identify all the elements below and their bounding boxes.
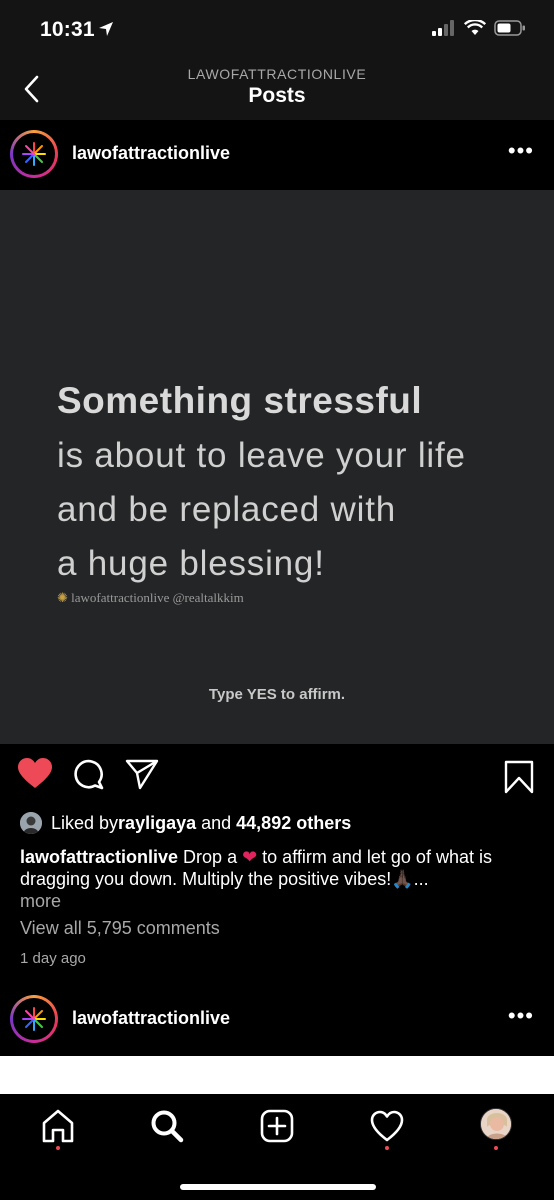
image-headline: Something stressful xyxy=(57,380,423,421)
more-options-icon[interactable]: ••• xyxy=(508,140,534,162)
activity-heart-icon[interactable] xyxy=(369,1108,405,1144)
image-quote: Something stressful is about to leave yo… xyxy=(57,380,466,584)
view-comments-link[interactable]: View all 5,795 comments xyxy=(20,918,220,939)
home-indicator xyxy=(180,1184,376,1190)
liker-avatar xyxy=(20,812,42,834)
add-post-icon[interactable] xyxy=(259,1108,295,1144)
post-username[interactable]: lawofattractionlive xyxy=(72,1008,230,1029)
share-icon[interactable] xyxy=(125,758,159,790)
post-username[interactable]: lawofattractionlive xyxy=(72,143,230,164)
page-title: Posts xyxy=(248,84,306,107)
caption-username[interactable]: lawofattractionlive xyxy=(20,847,178,867)
wifi-icon xyxy=(464,20,486,35)
status-indicators xyxy=(432,20,526,36)
red-heart-emoji-icon: ❤ xyxy=(242,847,258,867)
bookmark-icon[interactable] xyxy=(504,760,534,794)
liker-username[interactable]: rayligaya xyxy=(118,813,196,834)
mini-mandala-icon: ✺ xyxy=(57,590,72,605)
notification-dot xyxy=(385,1146,389,1150)
more-options-icon[interactable]: ••• xyxy=(508,1005,534,1027)
avatar[interactable] xyxy=(10,130,58,178)
likes-line[interactable]: Liked by rayligaya and 44,892 others xyxy=(20,810,540,836)
post-header: lawofattractionlive ••• xyxy=(0,120,554,190)
image-line: and be replaced with xyxy=(57,490,396,529)
post-caption: lawofattractionlive Drop a ❤ to affirm a… xyxy=(20,846,540,912)
caption-more-link[interactable]: more xyxy=(20,891,61,911)
location-arrow-icon xyxy=(99,22,113,36)
image-line: is about to leave your life xyxy=(57,436,466,475)
mandala-logo-icon xyxy=(22,1007,46,1031)
mandala-logo-icon xyxy=(22,142,46,166)
battery-icon xyxy=(494,20,525,36)
profile-avatar[interactable] xyxy=(480,1108,512,1140)
nav-header: LAWOFATTRACTIONLIVE Posts xyxy=(0,60,554,120)
next-post-image[interactable] xyxy=(0,1056,554,1094)
image-credit-text: lawofattractionlive @realtalkkim xyxy=(71,590,244,605)
post-actions xyxy=(0,744,554,810)
home-icon[interactable] xyxy=(40,1108,76,1144)
comment-icon[interactable] xyxy=(73,758,105,790)
post-timestamp: 1 day ago xyxy=(20,950,86,967)
image-credit: ✺ lawofattractionlive @realtalkkim xyxy=(57,590,244,606)
caption-text: Drop a xyxy=(178,847,243,867)
image-line: a huge blessing! xyxy=(57,544,325,583)
status-time: 10:31 xyxy=(40,18,95,41)
status-bar: 10:31 xyxy=(0,0,554,60)
next-post-header: lawofattractionlive ••• xyxy=(0,985,554,1055)
likes-prefix: Liked by xyxy=(51,812,119,833)
image-cta: Type YES to affirm. xyxy=(208,686,346,703)
avatar[interactable] xyxy=(10,995,58,1043)
search-icon[interactable] xyxy=(149,1108,185,1144)
likes-middle: and xyxy=(196,812,237,833)
nav-subtitle: LAWOFATTRACTIONLIVE xyxy=(187,66,367,82)
notification-dot xyxy=(494,1146,498,1150)
caption-ellipsis: 🙏🏿... xyxy=(391,869,429,889)
likes-count[interactable]: 44,892 others xyxy=(236,813,351,834)
signal-icon xyxy=(432,20,454,36)
post-image[interactable]: Something stressful is about to leave yo… xyxy=(0,190,554,744)
heart-icon[interactable] xyxy=(18,758,52,790)
tab-bar xyxy=(0,1094,554,1200)
notification-dot xyxy=(56,1146,60,1150)
